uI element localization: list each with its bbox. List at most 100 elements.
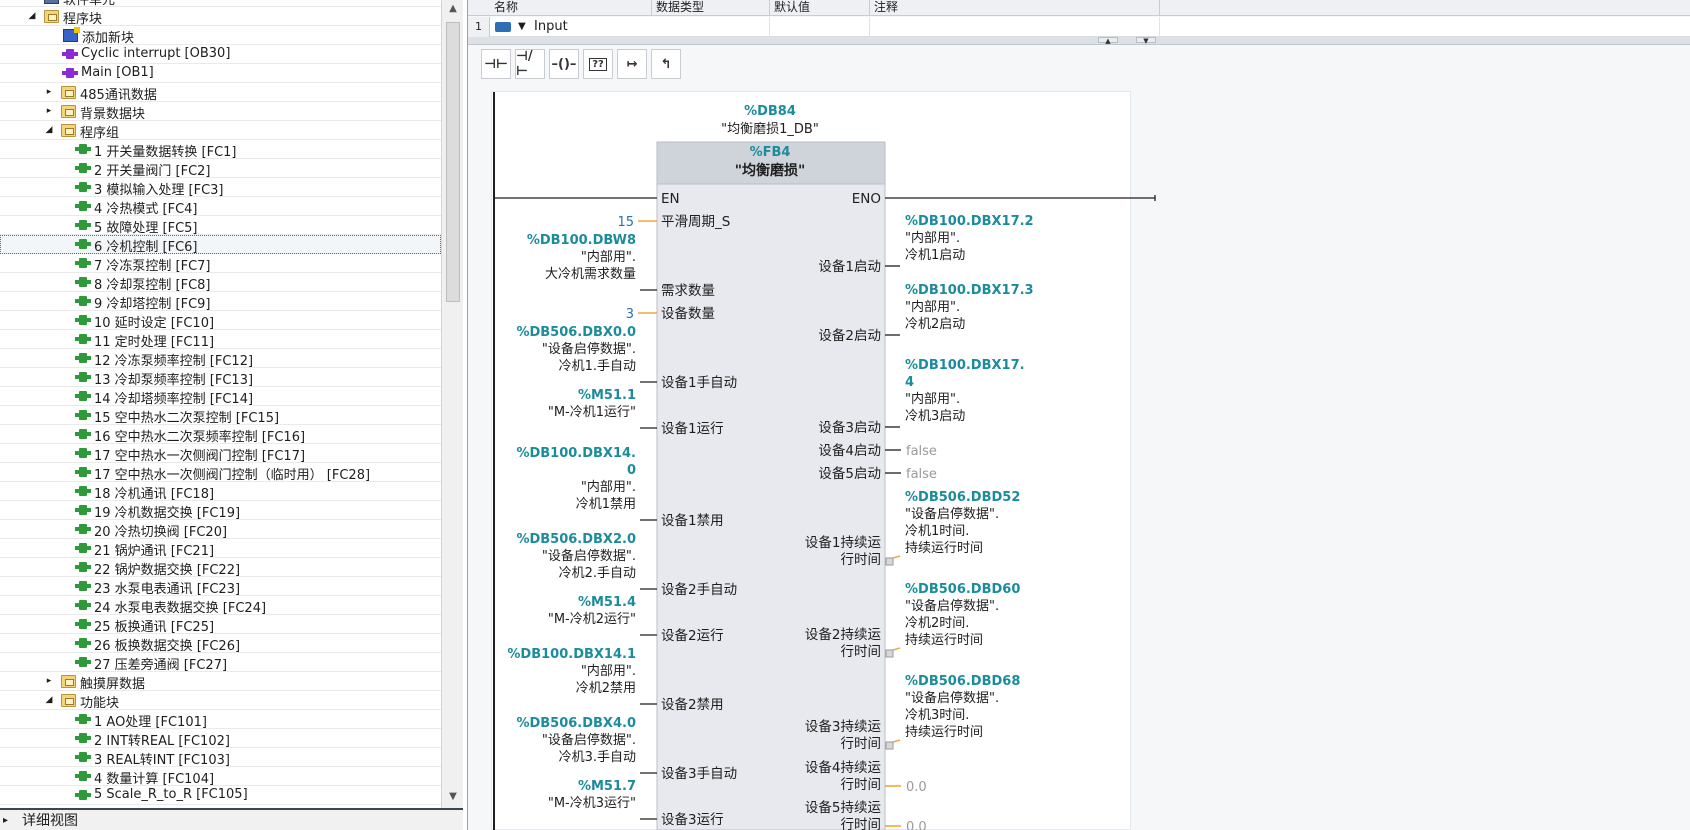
- tree-scrollbar[interactable]: ▲ ▼: [441, 0, 463, 808]
- tree-item[interactable]: 24 水泵电表数据交换 [FC24]: [0, 596, 441, 616]
- input-symbol[interactable]: 冷机2禁用: [576, 681, 636, 696]
- tree-item[interactable]: ▸ 485通讯数据: [0, 83, 441, 103]
- collapse-arrow-icon[interactable]: ◢: [43, 694, 55, 706]
- tree-item[interactable]: 18 冷机通讯 [FC18]: [0, 482, 441, 502]
- tree-item[interactable]: 21 锅炉通讯 [FC21]: [0, 539, 441, 559]
- collapse-arrow-icon[interactable]: ◢: [43, 124, 55, 136]
- output-symbol[interactable]: "内部用".: [905, 299, 960, 315]
- output-symbol[interactable]: "设备启停数据".: [905, 506, 999, 522]
- tree-item[interactable]: 15 空中热水二次泵控制 [FC15]: [0, 406, 441, 426]
- tree-item[interactable]: 5 Scale_R_to_R [FC105]: [0, 786, 441, 805]
- output-operand[interactable]: %DB100.DBX17.2: [905, 214, 1034, 229]
- tree-item[interactable]: 23 水泵电表通讯 [FC23]: [0, 577, 441, 597]
- input-operand[interactable]: %DB100.DBW8: [527, 233, 636, 248]
- input-symbol[interactable]: "M-冷机3运行": [548, 796, 636, 811]
- output-symbol[interactable]: 冷机3启动: [905, 409, 965, 424]
- tree-item[interactable]: 2 开关量阀门 [FC2]: [0, 159, 441, 179]
- tree-item[interactable]: 9 冷却塔控制 [FC9]: [0, 292, 441, 312]
- scroll-up-arrow-icon[interactable]: ▲: [446, 2, 460, 16]
- output-symbol[interactable]: 冷机2时间.: [905, 616, 969, 631]
- output-symbol[interactable]: "内部用".: [905, 230, 960, 246]
- input-symbol[interactable]: "M-冷机2运行": [548, 612, 636, 627]
- tree-item[interactable]: 27 压差旁通阀 [FC27]: [0, 653, 441, 673]
- input-symbol[interactable]: 冷机3.手自动: [559, 750, 636, 765]
- input-symbol[interactable]: "M-冷机1运行": [548, 405, 636, 420]
- input-symbol[interactable]: "内部用".: [581, 249, 636, 265]
- tree-item[interactable]: ◢ 程序块: [0, 7, 441, 27]
- tree-item[interactable]: 16 空中热水二次泵频率控制 [FC16]: [0, 425, 441, 445]
- tree-item[interactable]: 22 锅炉数据交换 [FC22]: [0, 558, 441, 578]
- tree-item[interactable]: ▸软件单元: [0, 0, 441, 8]
- input-operand[interactable]: %DB100.DBX14.: [516, 446, 636, 461]
- instance-db-name[interactable]: "均衡磨损1_DB": [721, 122, 819, 137]
- output-value[interactable]: false: [906, 467, 937, 482]
- tree-item[interactable]: 12 冷冻泵频率控制 [FC12]: [0, 349, 441, 369]
- tree-item[interactable]: 添加新块: [0, 26, 441, 46]
- input-symbol[interactable]: "内部用".: [581, 663, 636, 679]
- tree-item[interactable]: 20 冷热切换阀 [FC20]: [0, 520, 441, 540]
- tree-item[interactable]: 3 REAL转INT [FC103]: [0, 748, 441, 768]
- output-symbol[interactable]: 持续运行时间: [905, 541, 983, 556]
- tree-item[interactable]: 2 INT转REAL [FC102]: [0, 729, 441, 749]
- chevron-right-icon[interactable]: ▸: [3, 815, 8, 826]
- tree-item[interactable]: 19 冷机数据交换 [FC19]: [0, 501, 441, 521]
- input-symbol[interactable]: "内部用".: [581, 479, 636, 495]
- output-symbol[interactable]: "设备启停数据".: [905, 690, 999, 706]
- tree-item[interactable]: ▸ 背景数据块: [0, 102, 441, 122]
- tree-item[interactable]: 14 冷却塔频率控制 [FC14]: [0, 387, 441, 407]
- output-value[interactable]: 0.0: [906, 820, 927, 830]
- tree-item[interactable]: 13 冷却泵频率控制 [FC13]: [0, 368, 441, 388]
- tree-item[interactable]: 17 空中热水一次侧阀门控制（临时用） [FC28]: [0, 463, 441, 483]
- output-operand[interactable]: %DB506.DBD68: [905, 674, 1020, 689]
- input-operand[interactable]: 0: [627, 463, 636, 478]
- output-value[interactable]: 0.0: [906, 780, 927, 795]
- tree-item[interactable]: ◢ 功能块: [0, 691, 441, 711]
- expand-arrow-icon[interactable]: ▸: [43, 105, 55, 117]
- input-symbol[interactable]: "设备启停数据".: [542, 341, 636, 357]
- input-symbol[interactable]: 冷机1.手自动: [559, 359, 636, 374]
- expand-arrow-icon[interactable]: ▸: [43, 675, 55, 687]
- input-operand[interactable]: %M51.4: [578, 595, 636, 610]
- detail-view-bar[interactable]: ▸ 详细视图: [0, 808, 463, 830]
- tree-item[interactable]: 3 模拟输入处理 [FC3]: [0, 178, 441, 198]
- input-symbol[interactable]: 冷机1禁用: [576, 497, 636, 512]
- scrollbar-thumb[interactable]: [446, 22, 460, 302]
- input-operand[interactable]: %DB100.DBX14.1: [507, 647, 636, 662]
- tree-item[interactable]: 4 冷热模式 [FC4]: [0, 197, 441, 217]
- output-symbol[interactable]: 持续运行时间: [905, 725, 983, 740]
- output-value[interactable]: false: [906, 444, 937, 459]
- expand-arrow-icon[interactable]: ▸: [43, 86, 55, 98]
- tree-item[interactable]: 25 板换通讯 [FC25]: [0, 615, 441, 635]
- tree-item[interactable]: 26 板换数据交换 [FC26]: [0, 634, 441, 654]
- output-symbol[interactable]: 持续运行时间: [905, 633, 983, 648]
- tree-item[interactable]: 4 数量计算 [FC104]: [0, 767, 441, 787]
- expand-arrow-icon[interactable]: ▸: [26, 0, 38, 3]
- input-operand[interactable]: %M51.1: [578, 388, 636, 403]
- tree-item[interactable]: 7 冷冻泵控制 [FC7]: [0, 254, 441, 274]
- tree-item[interactable]: 17 空中热水一次侧阀门控制 [FC17]: [0, 444, 441, 464]
- output-operand[interactable]: %DB506.DBD52: [905, 490, 1020, 505]
- tree-item[interactable]: Cyclic interrupt [OB30]: [0, 45, 441, 64]
- input-symbol[interactable]: "设备启停数据".: [542, 548, 636, 564]
- tree-item[interactable]: 1 开关量数据转换 [FC1]: [0, 140, 441, 160]
- input-constant[interactable]: 3: [626, 307, 634, 322]
- scroll-down-arrow-icon[interactable]: ▼: [446, 790, 460, 804]
- output-operand[interactable]: 4: [905, 375, 914, 390]
- input-symbol[interactable]: "设备启停数据".: [542, 732, 636, 748]
- input-symbol[interactable]: 大冷机需求数量: [545, 267, 636, 282]
- input-constant[interactable]: 15: [617, 215, 634, 230]
- output-symbol[interactable]: "内部用".: [905, 391, 960, 407]
- tree-item[interactable]: Main [OB1]: [0, 64, 441, 83]
- input-operand[interactable]: %M51.7: [578, 779, 636, 794]
- tree-item[interactable]: 8 冷却泵控制 [FC8]: [0, 273, 441, 293]
- tree-item[interactable]: 1 AO处理 [FC101]: [0, 710, 441, 730]
- input-operand[interactable]: %DB506.DBX2.0: [516, 532, 636, 547]
- output-symbol[interactable]: 冷机2启动: [905, 317, 965, 332]
- tree-item[interactable]: 5 故障处理 [FC5]: [0, 216, 441, 236]
- output-operand[interactable]: %DB100.DBX17.: [905, 358, 1025, 373]
- output-symbol[interactable]: 冷机1时间.: [905, 524, 969, 539]
- output-operand[interactable]: %DB506.DBD60: [905, 582, 1020, 597]
- output-symbol[interactable]: 冷机3时间.: [905, 708, 969, 723]
- output-operand[interactable]: %DB100.DBX17.3: [905, 283, 1034, 298]
- input-symbol[interactable]: 冷机2.手自动: [559, 566, 636, 581]
